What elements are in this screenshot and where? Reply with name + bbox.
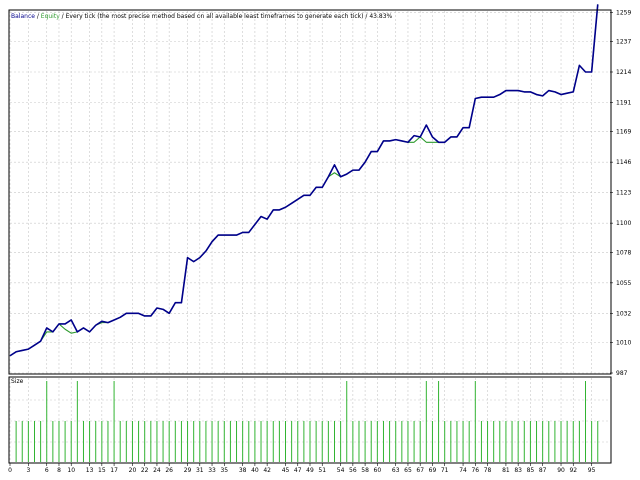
x-tick-label: 71 xyxy=(441,467,449,474)
x-tick-label: 78 xyxy=(484,467,492,474)
x-tick-label: 10 xyxy=(67,467,75,474)
x-tick-label: 3 xyxy=(26,467,30,474)
y-tick-label: 1237 xyxy=(616,38,631,45)
y-tick-label: 1078 xyxy=(616,249,631,256)
strategy-tester-graph: Balance / Equity / Every tick (the most … xyxy=(0,0,640,480)
x-tick-label: 17 xyxy=(110,467,118,474)
x-tick-label: 20 xyxy=(129,467,137,474)
graph-header: Balance / Equity / Every tick (the most … xyxy=(11,13,393,20)
x-tick-label: 63 xyxy=(392,467,400,474)
x-tick-label: 60 xyxy=(374,467,382,474)
x-tick-label: 95 xyxy=(588,467,596,474)
x-tick-label: 31 xyxy=(196,467,204,474)
x-tick-label: 35 xyxy=(220,467,228,474)
x-tick-label: 15 xyxy=(98,467,106,474)
x-tick-label: 65 xyxy=(404,467,412,474)
x-tick-label: 74 xyxy=(459,467,467,474)
x-tick-label: 56 xyxy=(349,467,357,474)
header-description: / Every tick (the most precise method ba… xyxy=(60,13,393,20)
x-tick-label: 6 xyxy=(45,467,49,474)
x-tick-label: 58 xyxy=(361,467,369,474)
x-tick-label: 47 xyxy=(294,467,302,474)
y-tick-label: 1123 xyxy=(616,190,631,197)
x-tick-label: 42 xyxy=(263,467,271,474)
equity-legend: Equity xyxy=(41,13,60,20)
y-tick-label: 1146 xyxy=(616,159,631,166)
y-tick-label: 1010 xyxy=(616,340,631,347)
x-tick-label: 45 xyxy=(282,467,290,474)
x-tick-label: 38 xyxy=(239,467,247,474)
x-tick-label: 87 xyxy=(539,467,547,474)
x-tick-label: 40 xyxy=(251,467,259,474)
size-panel-label: Size xyxy=(11,378,24,385)
x-tick-label: 8 xyxy=(57,467,61,474)
x-tick-label: 76 xyxy=(471,467,479,474)
y-tick-label: 987 xyxy=(616,370,628,377)
x-tick-label: 22 xyxy=(141,467,149,474)
x-tick-label: 33 xyxy=(208,467,216,474)
x-tick-label: 81 xyxy=(502,467,510,474)
y-tick-label: 1055 xyxy=(616,280,631,287)
x-tick-label: 85 xyxy=(527,467,535,474)
x-tick-label: 90 xyxy=(557,467,565,474)
balance-legend: Balance xyxy=(11,13,35,20)
x-tick-label: 13 xyxy=(86,467,94,474)
x-tick-label: 54 xyxy=(337,467,345,474)
x-tick-label: 49 xyxy=(306,467,314,474)
y-tick-label: 1214 xyxy=(616,69,631,76)
x-tick-label: 83 xyxy=(514,467,522,474)
x-tick-label: 51 xyxy=(318,467,326,474)
x-tick-label: 92 xyxy=(569,467,577,474)
x-tick-label: 0 xyxy=(8,467,12,474)
y-tick-label: 1032 xyxy=(616,310,631,317)
y-tick-label: 1191 xyxy=(616,99,631,106)
x-tick-label: 69 xyxy=(429,467,437,474)
x-tick-label: 67 xyxy=(416,467,424,474)
y-tick-label: 1100 xyxy=(616,220,631,227)
x-tick-label: 26 xyxy=(165,467,173,474)
x-tick-label: 24 xyxy=(153,467,161,474)
x-tick-label: 29 xyxy=(184,467,192,474)
y-tick-label: 1169 xyxy=(616,129,631,136)
y-tick-label: 1259 xyxy=(616,9,631,16)
